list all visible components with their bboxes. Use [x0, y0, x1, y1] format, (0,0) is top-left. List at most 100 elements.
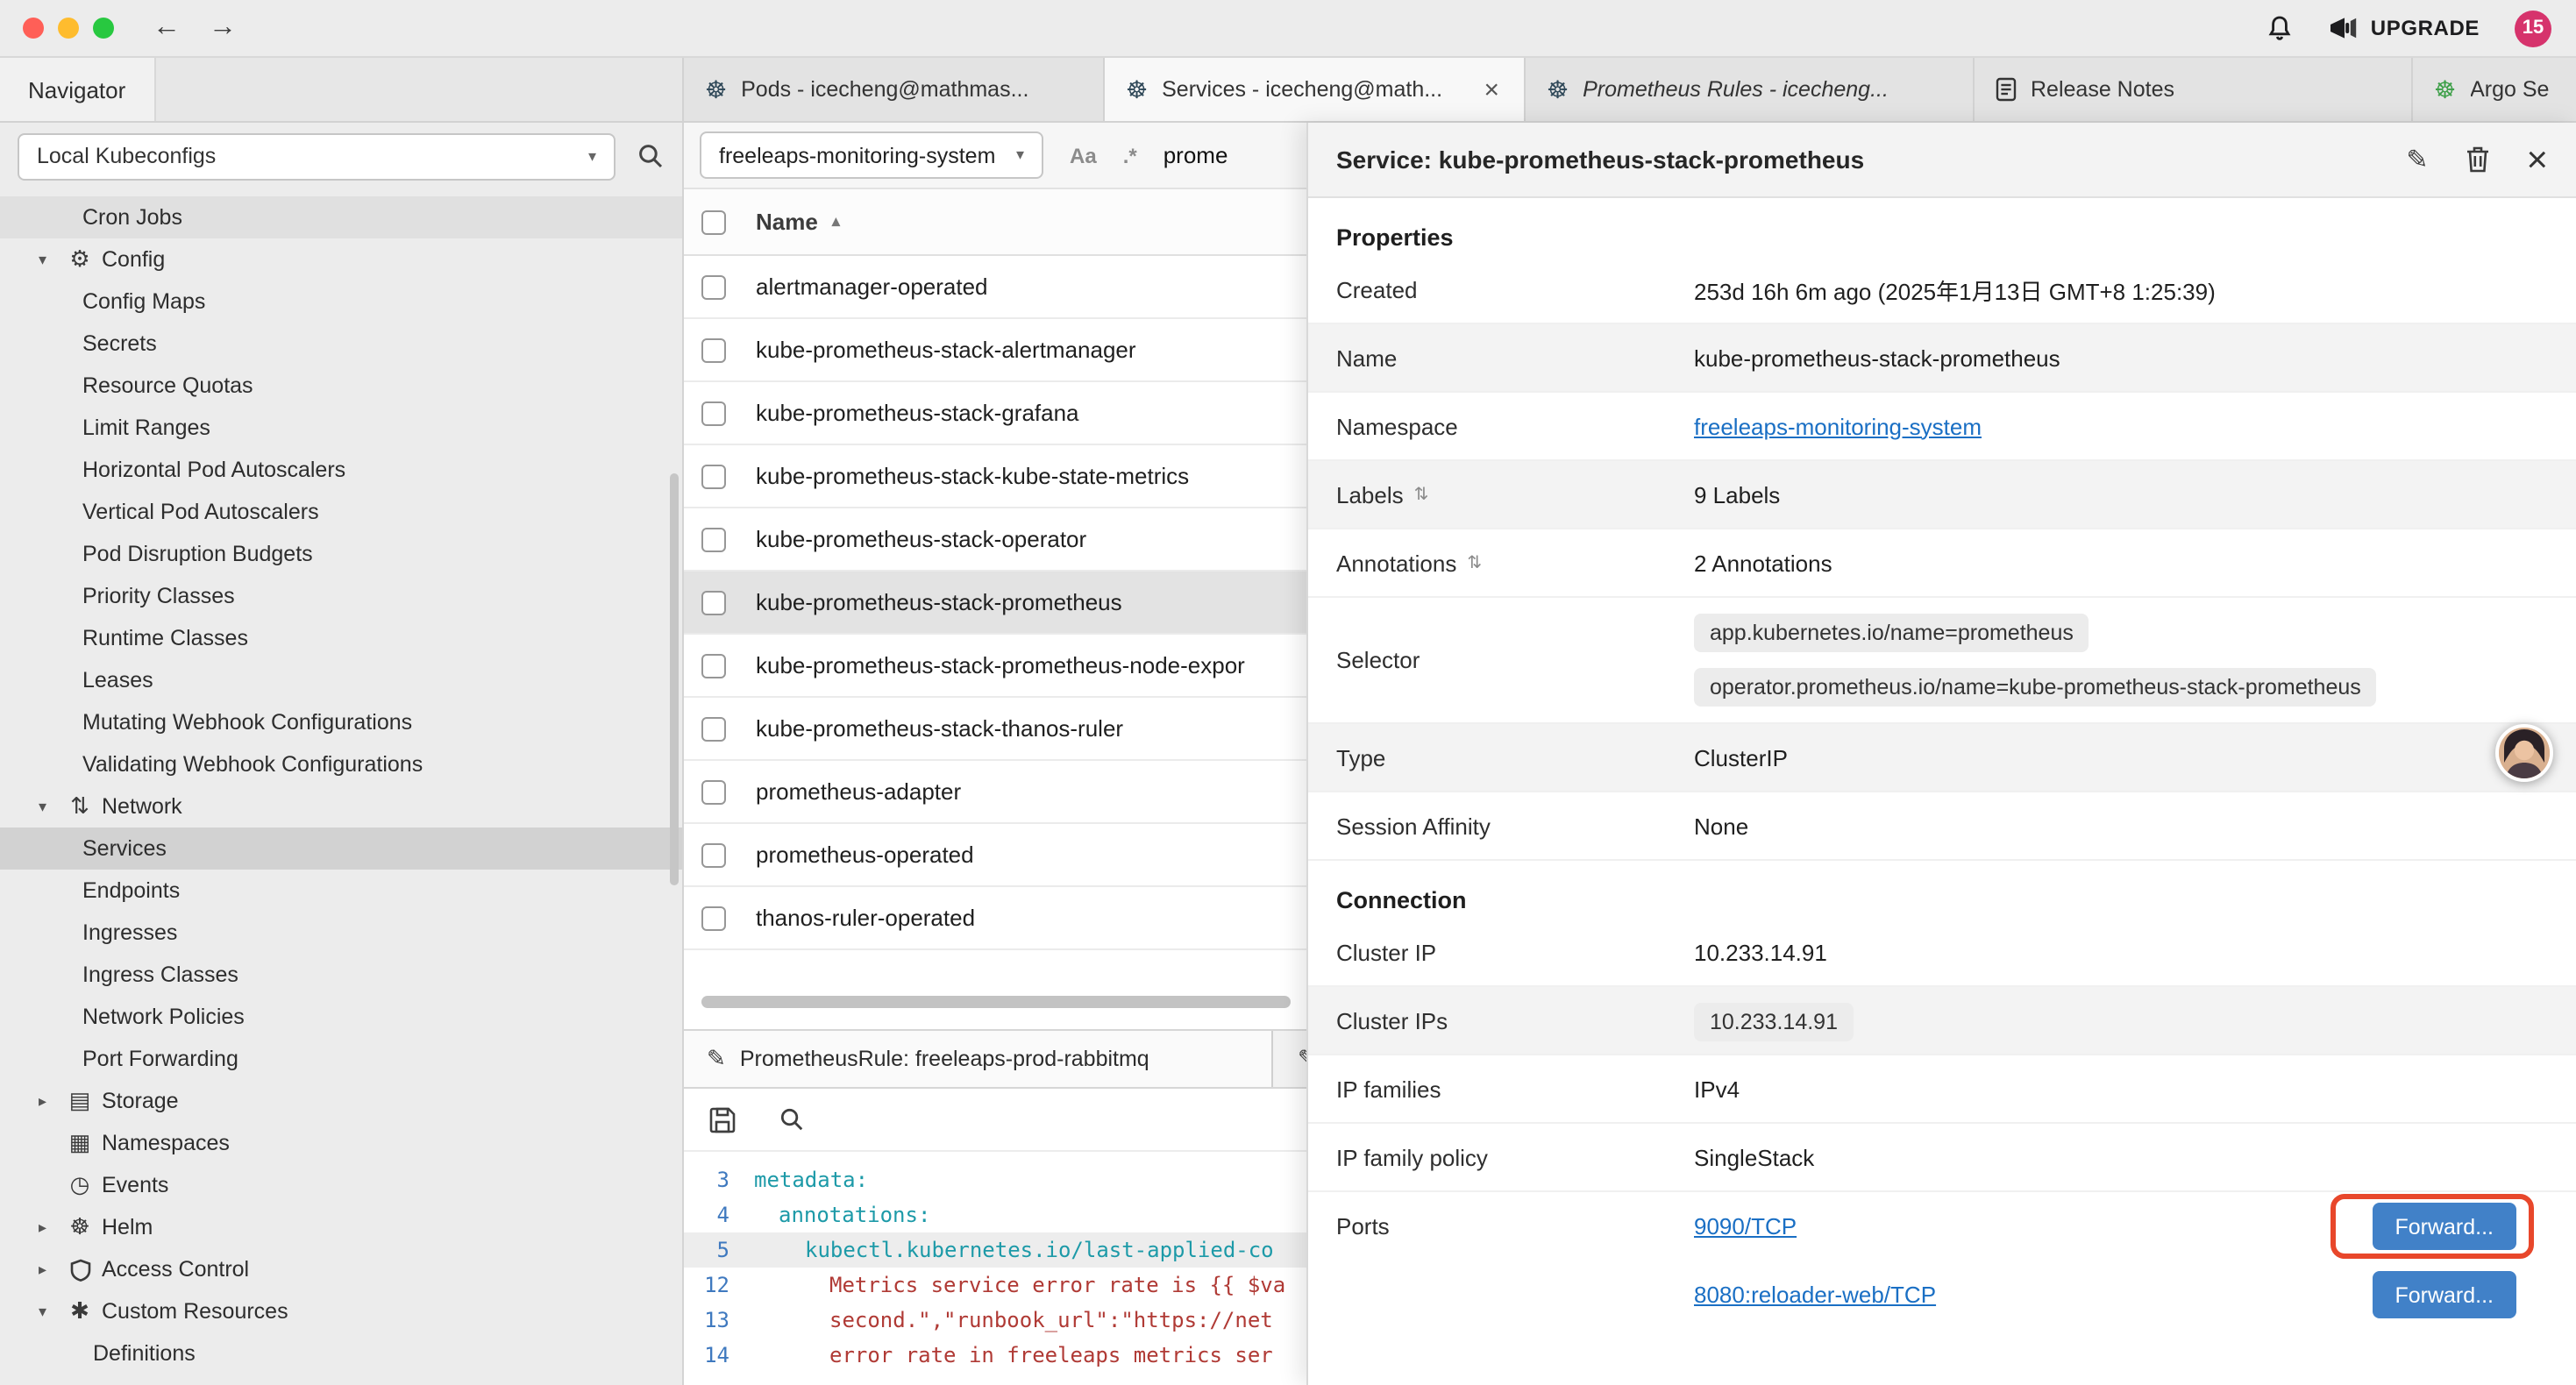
horizontal-scrollbar-thumb[interactable] [701, 996, 1291, 1008]
sidebar-item-label: Storage [102, 1089, 179, 1113]
port-forward-button[interactable]: Forward... [2372, 1271, 2516, 1318]
close-drawer-icon[interactable]: × [2526, 141, 2548, 178]
property-label: Type [1336, 744, 1694, 771]
network-icon: ⇅ [63, 792, 96, 820]
chevron-down-icon: ▾ [39, 1302, 63, 1321]
sidebar-item-secrets[interactable]: Secrets [0, 323, 682, 365]
maximize-window-button[interactable] [93, 18, 114, 39]
row-checkbox[interactable] [701, 906, 726, 930]
property-label: Cluster IPs [1336, 1007, 1694, 1033]
port-link-9090[interactable]: 9090/TCP [1694, 1213, 1797, 1239]
row-checkbox[interactable] [701, 527, 726, 551]
row-checkbox[interactable] [701, 842, 726, 867]
namespace-filter-select[interactable]: freeleaps-monitoring-system ▾ [700, 131, 1043, 179]
tab-release-notes[interactable]: Release Notes [1975, 58, 2413, 121]
sidebar-item-limit-ranges[interactable]: Limit Ranges [0, 407, 682, 449]
line-number[interactable]: 13 [684, 1303, 754, 1338]
row-checkbox[interactable] [701, 401, 726, 425]
sidebar-item-namespaces[interactable]: ▦ Namespaces [0, 1122, 682, 1164]
sidebar-item-network-policies[interactable]: Network Policies [0, 996, 682, 1038]
sidebar-item-horizontal-pod-autoscalers[interactable]: Horizontal Pod Autoscalers [0, 449, 682, 491]
sidebar-item-custom-resources[interactable]: ▾ ✱ Custom Resources [0, 1290, 682, 1332]
sidebar-item-vertical-pod-autoscalers[interactable]: Vertical Pod Autoscalers [0, 491, 682, 533]
sidebar-item-leases[interactable]: Leases [0, 659, 682, 701]
sidebar-item-endpoints[interactable]: Endpoints [0, 870, 682, 912]
line-number[interactable]: 4 [684, 1197, 754, 1232]
sidebar-item-cron-jobs[interactable]: Cron Jobs [0, 196, 682, 238]
minimize-window-button[interactable] [58, 18, 79, 39]
sidebar-item-config[interactable]: ▾ ⚙ Config [0, 238, 682, 281]
property-label: IP family policy [1336, 1144, 1694, 1170]
line-number[interactable]: 5 [684, 1232, 754, 1268]
select-all-checkbox[interactable] [701, 210, 726, 234]
line-number[interactable]: 3 [684, 1162, 754, 1197]
line-number[interactable]: 12 [684, 1268, 754, 1303]
match-case-toggle[interactable]: Aa [1070, 143, 1097, 167]
expand-values-icon[interactable]: ⇅ [1467, 553, 1482, 572]
sidebar-item-label: Secrets [82, 331, 157, 356]
close-tab-icon[interactable]: × [1480, 75, 1503, 104]
sidebar-item-definitions[interactable]: Definitions [0, 1332, 682, 1374]
row-checkbox[interactable] [701, 337, 726, 362]
row-checkbox[interactable] [701, 590, 726, 614]
delete-icon[interactable] [2465, 146, 2489, 174]
sidebar-scrollbar[interactable] [670, 473, 679, 885]
editor-search-icon[interactable] [779, 1106, 805, 1133]
sidebar-item-config-maps[interactable]: Config Maps [0, 281, 682, 323]
tab-navigator[interactable]: Navigator [0, 58, 155, 121]
sidebar-item-helm[interactable]: ▸ ☸ Helm [0, 1206, 682, 1248]
sidebar-item-label: Ingress Classes [82, 962, 238, 987]
row-checkbox[interactable] [701, 779, 726, 804]
sidebar-item-runtime-classes[interactable]: Runtime Classes [0, 617, 682, 659]
window-controls [23, 18, 114, 39]
sidebar-item-access-control[interactable]: ▸ Access Control [0, 1248, 682, 1290]
edit-icon[interactable]: ✎ [2406, 144, 2428, 175]
avatar[interactable] [2495, 724, 2553, 782]
clock-icon: ◷ [63, 1171, 96, 1199]
tab-prometheus-rules[interactable]: ☸ Prometheus Rules - icecheng... [1526, 58, 1975, 121]
sidebar-item-port-forwarding[interactable]: Port Forwarding [0, 1038, 682, 1080]
property-row-session-affinity: Session Affinity None [1308, 792, 2576, 861]
port-forward-button[interactable]: Forward... [2372, 1203, 2516, 1250]
bell-icon[interactable] [2266, 14, 2294, 42]
back-button[interactable]: ← [153, 12, 181, 44]
kubeconfig-select[interactable]: Local Kubeconfigs ▾ [18, 132, 616, 180]
editor-tab-prometheusrule[interactable]: ✎ PrometheusRule: freeleaps-prod-rabbitm… [684, 1031, 1273, 1087]
sidebar-item-ingresses[interactable]: Ingresses [0, 912, 682, 954]
forward-button[interactable]: → [209, 12, 237, 44]
sidebar-item-ingress-classes[interactable]: Ingress Classes [0, 954, 682, 996]
sidebar-item-network[interactable]: ▾ ⇅ Network [0, 785, 682, 827]
sidebar-item-pod-disruption-budgets[interactable]: Pod Disruption Budgets [0, 533, 682, 575]
save-icon[interactable] [708, 1105, 737, 1133]
sidebar-item-validating-webhook-configurations[interactable]: Validating Webhook Configurations [0, 743, 682, 785]
search-input[interactable]: prome [1163, 142, 1228, 168]
expand-values-icon[interactable]: ⇅ [1414, 485, 1429, 504]
line-number[interactable]: 14 [684, 1338, 754, 1373]
regex-toggle[interactable]: .* [1123, 143, 1137, 167]
sidebar-item-services[interactable]: Services [0, 827, 682, 870]
sidebar-item-events[interactable]: ◷ Events [0, 1164, 682, 1206]
sidebar-item-storage[interactable]: ▸ ▤ Storage [0, 1080, 682, 1122]
document-icon [1996, 77, 2017, 102]
column-header-name[interactable]: Name [756, 209, 818, 235]
tab-argo[interactable]: ☸ Argo Se [2413, 58, 2576, 121]
sidebar-item-resource-quotas[interactable]: Resource Quotas [0, 365, 682, 407]
tab-pods[interactable]: ☸ Pods - icecheng@mathmas... [684, 58, 1105, 121]
search-icon[interactable] [637, 142, 665, 170]
upgrade-label: UPGRADE [2371, 16, 2480, 40]
sidebar-item-priority-classes[interactable]: Priority Classes [0, 575, 682, 617]
row-checkbox[interactable] [701, 716, 726, 741]
notification-count-badge[interactable]: 15 [2515, 10, 2551, 46]
row-checkbox[interactable] [701, 274, 726, 299]
close-window-button[interactable] [23, 18, 44, 39]
port-link-8080[interactable]: 8080:reloader-web/TCP [1694, 1282, 1936, 1308]
sidebar-controls: Local Kubeconfigs ▾ [0, 123, 682, 189]
shield-icon [63, 1258, 96, 1281]
namespace-link[interactable]: freeleaps-monitoring-system [1694, 413, 1982, 439]
sidebar-item-mutating-webhook-configurations[interactable]: Mutating Webhook Configurations [0, 701, 682, 743]
tab-services[interactable]: ☸ Services - icecheng@math... × [1105, 58, 1526, 121]
upgrade-button[interactable]: UPGRADE [2329, 16, 2480, 40]
row-checkbox[interactable] [701, 464, 726, 488]
row-checkbox[interactable] [701, 653, 726, 678]
property-label: Created [1336, 276, 1694, 302]
